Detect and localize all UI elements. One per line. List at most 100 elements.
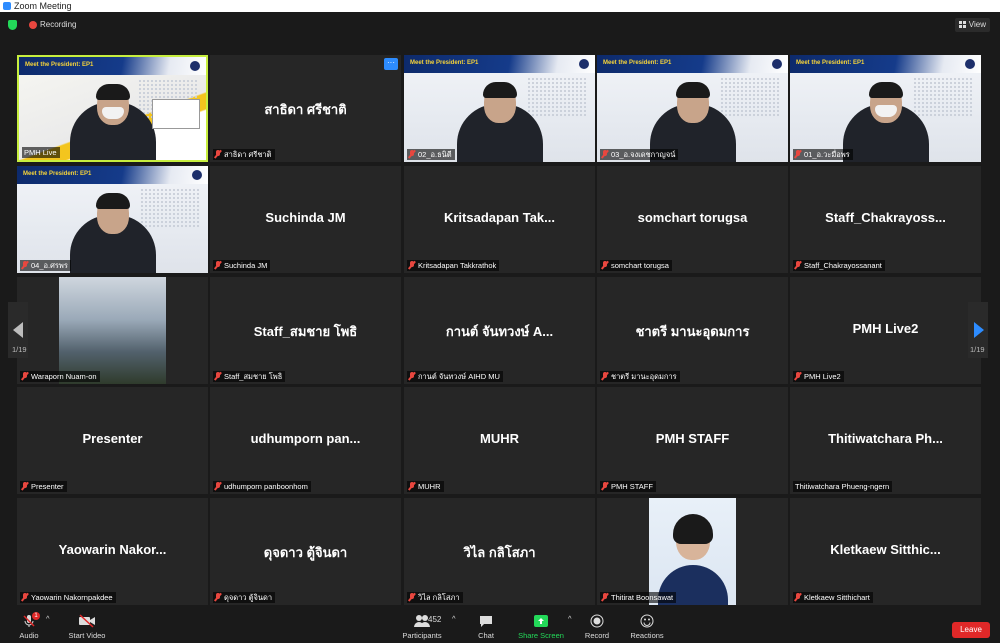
chat-label: Chat	[478, 631, 494, 640]
participant-name-text: ชาตรี มานะอุดมการ	[611, 372, 677, 381]
banner-text: Meet the President: EP1	[796, 60, 865, 66]
chevron-left-icon	[13, 322, 23, 338]
participant-name-label: 01_อ.วะมื่อพร	[793, 149, 853, 160]
participant-video: Meet the President: EP1	[404, 55, 595, 162]
reactions-smiley-icon	[628, 614, 666, 628]
participant-tile[interactable]: กานต์ จันทวงษ์ A... กานต์ จันทวงษ์ AIHD M…	[404, 277, 595, 384]
participant-display-name: Kletkaew Sitthic...	[830, 542, 941, 557]
participant-name-text: Waraporn Nuam-on	[31, 372, 97, 381]
participant-tile[interactable]: ชาตรี มานะอุดมการ ชาตรี มานะอุดมการ	[597, 277, 788, 384]
participant-tile[interactable]: Kritsadapan Tak... Kritsadapan Takkrathok	[404, 166, 595, 273]
participant-tile[interactable]: สาธิดา ศรีชาติ สาธิดา ศรีชาติ ···	[210, 55, 401, 162]
mic-muted-icon	[602, 593, 608, 601]
participant-tile[interactable]: ดุจดาว ตู้จินดา ดุจดาว ตู้จินดา	[210, 498, 401, 605]
participant-tile[interactable]: PMH Live2 PMH Live2	[790, 277, 981, 384]
participant-video	[649, 498, 736, 605]
participant-display-name: กานต์ จันทวงษ์ A...	[445, 324, 554, 339]
participant-name-text: 04_อ.ศรพร	[31, 261, 68, 270]
participant-tile[interactable]: Kletkaew Sitthic... Kletkaew Sitthichart	[790, 498, 981, 605]
audio-button[interactable]: 1 Audio	[14, 612, 44, 640]
leave-button[interactable]: Leave	[952, 622, 990, 638]
participant-tile[interactable]: Staff_Chakrayoss... Staff_Chakrayossanant	[790, 166, 981, 273]
view-button[interactable]: View	[954, 18, 990, 32]
participants-button[interactable]: 452 Participants	[398, 614, 446, 640]
mic-muted-icon	[215, 482, 221, 490]
participant-tile[interactable]: Waraporn Nuam-on	[17, 277, 208, 384]
mic-muted-icon	[795, 150, 801, 158]
mic-muted-icon	[409, 593, 415, 601]
share-screen-label: Share Screen	[518, 631, 564, 640]
video-banner: Meet the President: EP1	[404, 55, 595, 73]
mic-muted-icon	[409, 482, 415, 490]
participant-name-text: 03_อ.จงเดชกาญจน์	[611, 150, 676, 159]
participant-display-name: Staff_Chakrayoss...	[825, 210, 946, 225]
participant-name-label: Staff_สมชาย โพธิ	[213, 371, 286, 382]
participant-name-text: 01_อ.วะมื่อพร	[804, 150, 850, 159]
participant-display-name: udhumporn pan...	[250, 431, 361, 446]
mic-muted-icon	[22, 482, 28, 490]
participant-tile[interactable]: Staff_สมชาย โพธิ Staff_สมชาย โพธิ	[210, 277, 401, 384]
participant-tile[interactable]: Meet the President: EP1 PMH Live	[17, 55, 208, 162]
mic-muted-icon	[602, 372, 608, 380]
video-off-icon	[64, 614, 110, 628]
recording-dot-icon	[29, 21, 37, 29]
security-shield-icon[interactable]	[8, 20, 17, 30]
view-button-label: View	[968, 20, 986, 29]
mic-muted-icon	[602, 482, 608, 490]
mic-muted-icon	[795, 593, 801, 601]
participant-video: Meet the President: EP1	[19, 57, 206, 160]
participant-name-label: Presenter	[20, 481, 67, 492]
participant-tile[interactable]: วิไล กลิโสภา วิไล กลิโสภา	[404, 498, 595, 605]
participant-tile[interactable]: Yaowarin Nakor... Yaowarin Nakornpakdee	[17, 498, 208, 605]
world-map-decoration	[720, 77, 780, 117]
participant-tile[interactable]: Meet the President: EP1 01_อ.วะมื่อพร	[790, 55, 981, 162]
participant-name-text: Staff_Chakrayossanant	[804, 261, 882, 270]
tile-more-options-button[interactable]: ···	[384, 58, 398, 70]
participant-tile[interactable]: Meet the President: EP1 03_อ.จงเดชกาญจน์	[597, 55, 788, 162]
participant-name-label: Yaowarin Nakornpakdee	[20, 592, 116, 603]
chat-button[interactable]: Chat	[474, 614, 498, 640]
participant-name-text: PMH Live2	[804, 372, 841, 381]
window-title: Zoom Meeting	[14, 1, 72, 11]
participant-tile[interactable]: Thitirat Boonsawat	[597, 498, 788, 605]
participant-name-text: กานต์ จันทวงษ์ AIHD MU	[418, 372, 500, 381]
participant-name-text: ดุจดาว ตู้จินดา	[224, 593, 273, 602]
participant-tile[interactable]: MUHR MUHR	[404, 387, 595, 494]
participant-name-label: 03_อ.จงเดชกาญจน์	[600, 149, 679, 160]
mic-muted-icon	[215, 261, 221, 269]
participant-display-name: Staff_สมชาย โพธิ	[253, 324, 358, 339]
university-logo-icon	[965, 59, 975, 69]
participant-name-text: สาธิดา ศรีชาติ	[224, 150, 272, 159]
record-button[interactable]: Record	[583, 614, 611, 640]
participant-name-label: PMH Live	[22, 147, 60, 158]
participant-tile[interactable]: Presenter Presenter	[17, 387, 208, 494]
university-logo-icon	[579, 59, 589, 69]
participant-name-label: Thitiwatchara Phueng-ngern	[793, 481, 893, 492]
record-icon	[583, 614, 611, 628]
zoom-app-icon	[3, 2, 11, 10]
participant-name-label: udhumporn panboonhom	[213, 481, 311, 492]
participant-tile[interactable]: Thitiwatchara Ph... Thitiwatchara Phueng-…	[790, 387, 981, 494]
participant-video	[59, 277, 166, 384]
participant-tile[interactable]: PMH STAFF PMH STAFF	[597, 387, 788, 494]
participants-count: 452	[428, 615, 442, 624]
participant-tile[interactable]: Meet the President: EP1 04_อ.ศรพร	[17, 166, 208, 273]
start-video-button[interactable]: Start Video	[64, 614, 110, 640]
participant-display-name: Yaowarin Nakor...	[58, 542, 167, 557]
reactions-button[interactable]: Reactions	[628, 614, 666, 640]
page-indicator-right: 1/19	[970, 345, 985, 354]
participant-name-label: 04_อ.ศรพร	[20, 260, 71, 271]
participant-display-name: Kritsadapan Tak...	[443, 210, 555, 225]
record-label: Record	[584, 631, 610, 640]
banner-text: Meet the President: EP1	[410, 60, 479, 66]
participant-tile[interactable]: Meet the President: EP1 02_อ.ธนิตี	[404, 55, 595, 162]
participant-tile[interactable]: somchart torugsa somchart torugsa	[597, 166, 788, 273]
audio-options-caret[interactable]: ^	[46, 614, 50, 623]
share-screen-button[interactable]: Share Screen	[516, 614, 566, 640]
participant-display-name: สาธิดา ศรีชาติ	[264, 102, 347, 117]
participants-options-caret[interactable]: ^	[452, 614, 456, 623]
share-options-caret[interactable]: ^	[568, 614, 572, 623]
participant-tile[interactable]: Suchinda JM Suchinda JM	[210, 166, 401, 273]
participant-name-label: Suchinda JM	[213, 260, 271, 271]
participant-tile[interactable]: udhumporn pan... udhumporn panboonhom	[210, 387, 401, 494]
